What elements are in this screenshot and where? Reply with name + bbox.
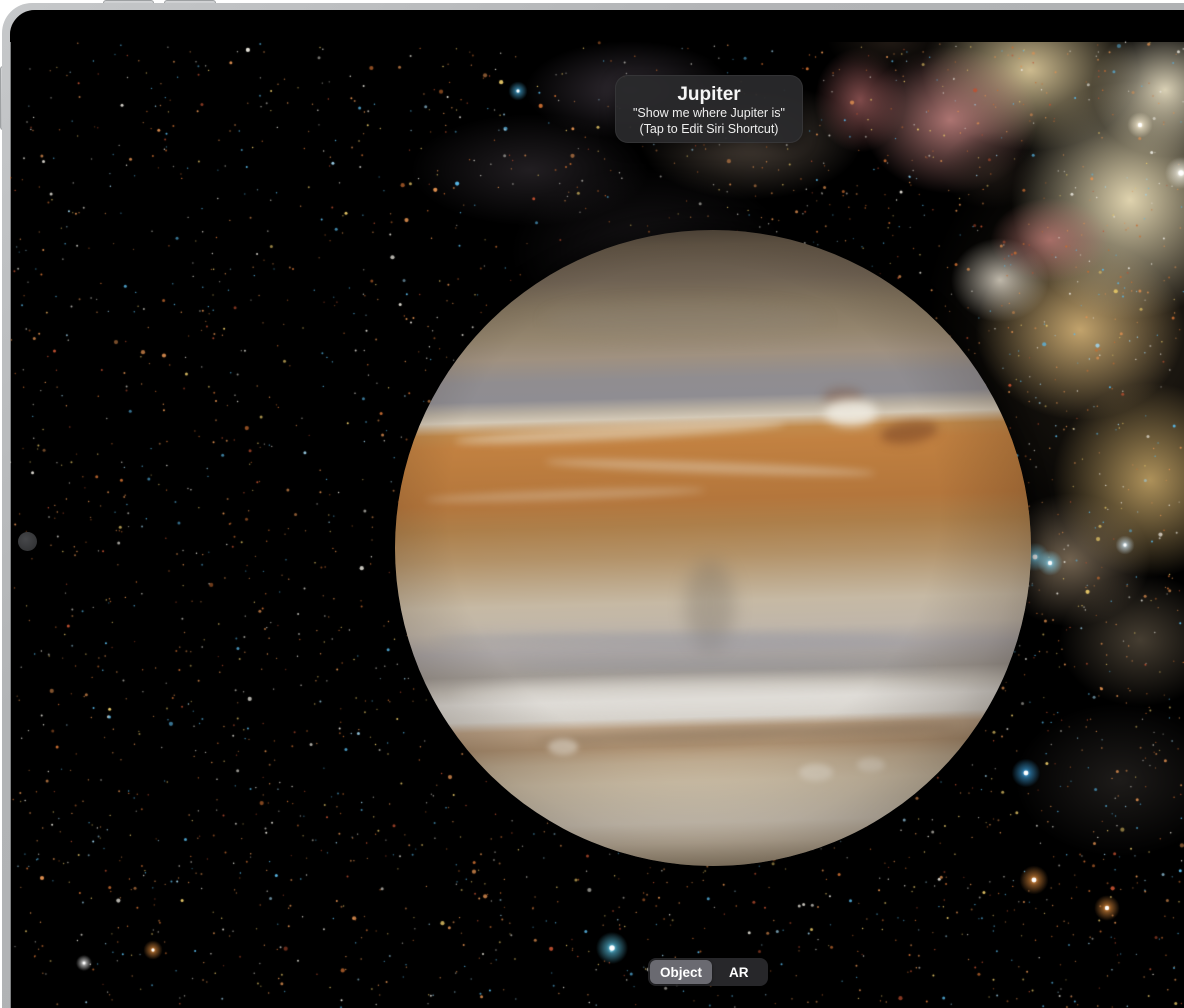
ipad-bezel: Jupiter "Show me where Jupiter is" (Tap …	[2, 3, 1184, 1008]
planet-dark-spot	[879, 417, 939, 447]
ipad-screen: Jupiter "Show me where Jupiter is" (Tap …	[10, 10, 1184, 1008]
siri-shortcut-tooltip[interactable]: Jupiter "Show me where Jupiter is" (Tap …	[615, 75, 803, 143]
tooltip-phrase: "Show me where Jupiter is"	[616, 105, 802, 121]
planet-surface-detail	[455, 682, 975, 712]
tooltip-hint: (Tap to Edit Siri Shortcut)	[616, 121, 802, 137]
planet-surface-detail	[857, 758, 885, 772]
planet-jupiter[interactable]	[395, 230, 1031, 866]
planet-surface-detail	[545, 456, 875, 479]
tooltip-title: Jupiter	[616, 84, 802, 105]
planet-surface-detail	[515, 660, 935, 670]
planet-surface-detail	[435, 632, 915, 646]
mode-ar-button[interactable]: AR	[712, 960, 766, 984]
planet-surface-detail	[548, 739, 578, 755]
page-background: Jupiter "Show me where Jupiter is" (Tap …	[0, 0, 1184, 1008]
planet-surface-detail	[799, 764, 833, 781]
planet-surface-detail	[455, 417, 785, 447]
planet-storm-oval	[825, 400, 877, 426]
planet-surface-detail	[425, 485, 705, 505]
planet-surface-detail	[685, 560, 735, 650]
planet-surface-detail	[535, 719, 955, 748]
planet-surface-detail	[965, 762, 995, 778]
mode-switcher: Object AR	[648, 958, 768, 986]
front-camera	[18, 532, 37, 551]
planet-surface-detail	[545, 302, 825, 338]
mode-object-button[interactable]: Object	[650, 960, 712, 984]
planet-surface-detail	[823, 388, 863, 406]
